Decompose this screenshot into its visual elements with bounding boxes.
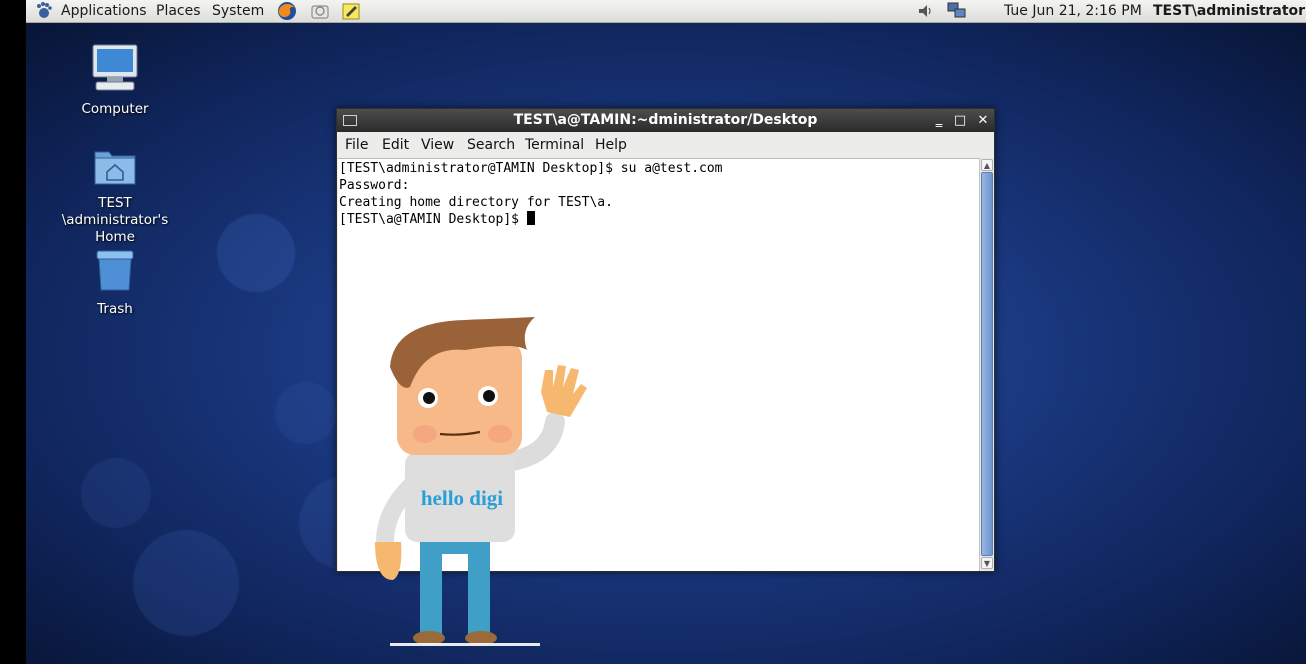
menu-system[interactable]: System bbox=[212, 2, 264, 20]
computer-icon bbox=[92, 44, 138, 91]
terminal-line: Password: bbox=[339, 178, 410, 193]
scrollbar-thumb[interactable] bbox=[981, 172, 993, 556]
menu-terminal[interactable]: Terminal bbox=[525, 137, 584, 153]
menu-edit[interactable]: Edit bbox=[382, 137, 409, 153]
desktop-icon-computer[interactable]: Computer bbox=[60, 44, 170, 118]
menu-search[interactable]: Search bbox=[467, 137, 515, 153]
menu-help[interactable]: Help bbox=[595, 137, 627, 153]
clock[interactable]: Tue Jun 21, 2:16 PM bbox=[1004, 2, 1142, 20]
top-panel: Applications Places System Tue Jun 21, 2… bbox=[26, 0, 1306, 23]
desktop-icon-home[interactable]: TEST \administrator's Home bbox=[60, 129, 170, 263]
desktop-icon-label: TEST \administrator's Home bbox=[61, 195, 169, 245]
menu-bar: File Edit View Search Terminal Help bbox=[337, 133, 994, 158]
user-switcher[interactable]: TEST\administrator bbox=[1153, 2, 1305, 20]
home-folder-icon bbox=[94, 151, 136, 185]
left-black-strip bbox=[0, 0, 26, 664]
menu-view[interactable]: View bbox=[421, 137, 454, 153]
menu-file[interactable]: File bbox=[345, 137, 368, 153]
mascot-illustration: hello digi bbox=[375, 317, 587, 646]
close-icon[interactable]: ✕ bbox=[974, 109, 992, 132]
minimize-icon[interactable]: ‗ bbox=[930, 109, 948, 132]
terminal-prompt-row: [TEST\a@TAMIN Desktop]$ bbox=[339, 211, 979, 228]
menu-applications[interactable]: Applications bbox=[61, 2, 147, 20]
volume-icon[interactable] bbox=[916, 1, 936, 21]
shirt-text: hello digi bbox=[421, 486, 503, 510]
vertical-scrollbar[interactable]: ▲ ▼ bbox=[979, 158, 994, 571]
desktop-icon-label: Trash bbox=[97, 301, 133, 317]
mail-launcher-icon[interactable] bbox=[310, 1, 330, 21]
desktop-icon-label: Computer bbox=[81, 101, 149, 117]
gnome-foot-icon[interactable] bbox=[34, 1, 54, 21]
text-cursor bbox=[526, 211, 535, 225]
terminal-icon bbox=[343, 115, 357, 126]
network-icon[interactable] bbox=[947, 1, 967, 21]
window-titlebar[interactable]: TEST\a@TAMIN:~dministrator/Desktop ‗ □ ✕ bbox=[337, 109, 994, 132]
maximize-icon[interactable]: □ bbox=[951, 109, 969, 132]
scroll-down-icon[interactable]: ▼ bbox=[981, 557, 993, 569]
trash-icon bbox=[96, 250, 134, 291]
terminal-line: [TEST\administrator@TAMIN Desktop]$ su a… bbox=[339, 161, 723, 176]
menu-places[interactable]: Places bbox=[156, 2, 201, 20]
terminal-line: Creating home directory for TEST\a. bbox=[339, 195, 613, 210]
desktop-icon-trash[interactable]: Trash bbox=[60, 248, 170, 318]
terminal-prompt: [TEST\a@TAMIN Desktop]$ bbox=[339, 212, 527, 227]
scroll-up-icon[interactable]: ▲ bbox=[981, 159, 993, 171]
firefox-launcher-icon[interactable] bbox=[277, 1, 297, 21]
window-title: TEST\a@TAMIN:~dministrator/Desktop bbox=[513, 112, 818, 128]
notes-launcher-icon[interactable] bbox=[341, 1, 361, 21]
